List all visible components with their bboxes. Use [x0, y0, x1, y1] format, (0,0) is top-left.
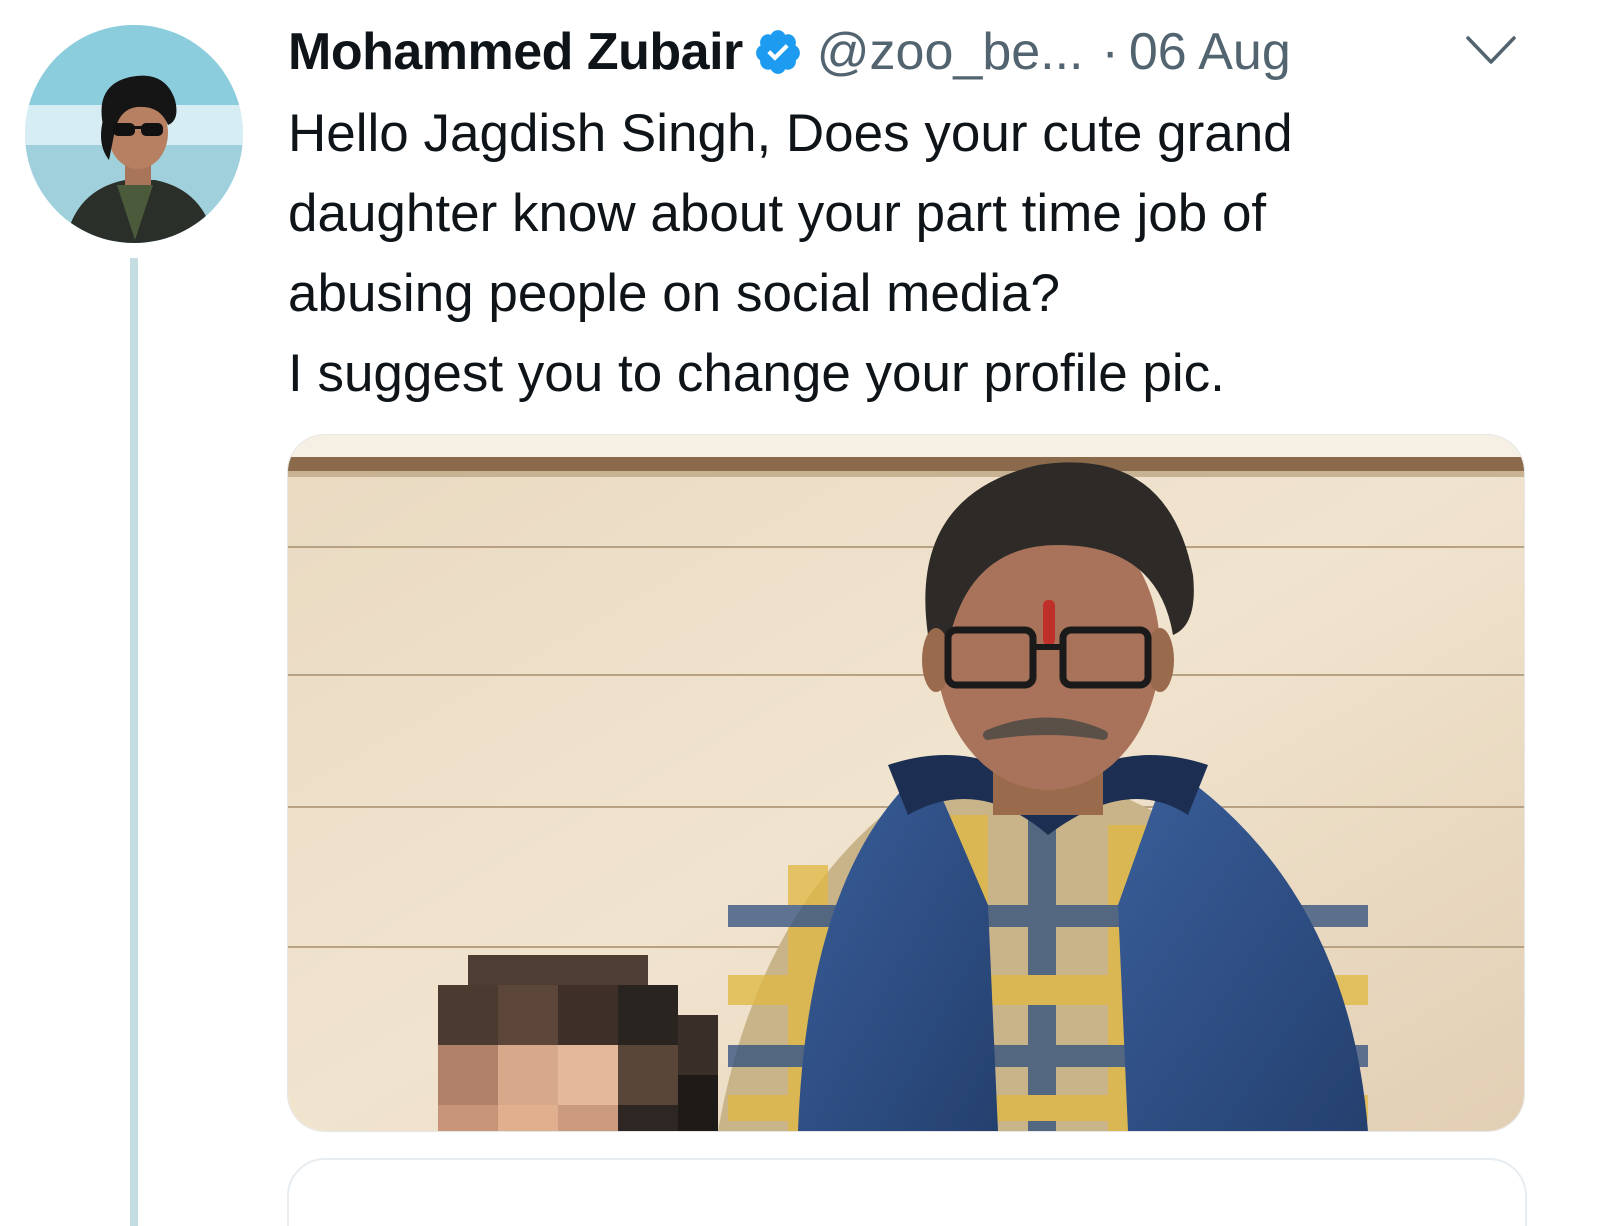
tweet-text-line: daughter know about your part time job o…	[288, 184, 1267, 243]
tweet-header: Mohammed Zubair @zoo_be... · 06 Aug	[288, 16, 1291, 88]
tweet-text: Hello Jagdish Singh, Does your cute gran…	[288, 94, 1528, 414]
tweet-text-line: I suggest you to change your profile pic…	[288, 344, 1225, 403]
author-avatar[interactable]	[25, 25, 243, 243]
author-name[interactable]: Mohammed Zubair	[288, 22, 743, 82]
author-handle[interactable]: @zoo_be...	[817, 22, 1084, 82]
tweet-text-line: abusing people on social media?	[288, 264, 1060, 323]
quoted-card[interactable]	[287, 1158, 1527, 1226]
thread-connector-line	[130, 258, 138, 1226]
tweet-date[interactable]: 06 Aug	[1129, 22, 1291, 82]
verified-badge-icon	[753, 27, 803, 77]
chevron-down-icon[interactable]	[1462, 26, 1520, 74]
tweet-text-line: Hello Jagdish Singh, Does your cute gran…	[288, 104, 1293, 163]
tweet[interactable]: Mohammed Zubair @zoo_be... · 06 Aug Hell…	[0, 0, 1600, 1226]
tweet-photo[interactable]	[287, 434, 1525, 1132]
header-separator: ·	[1101, 23, 1119, 81]
